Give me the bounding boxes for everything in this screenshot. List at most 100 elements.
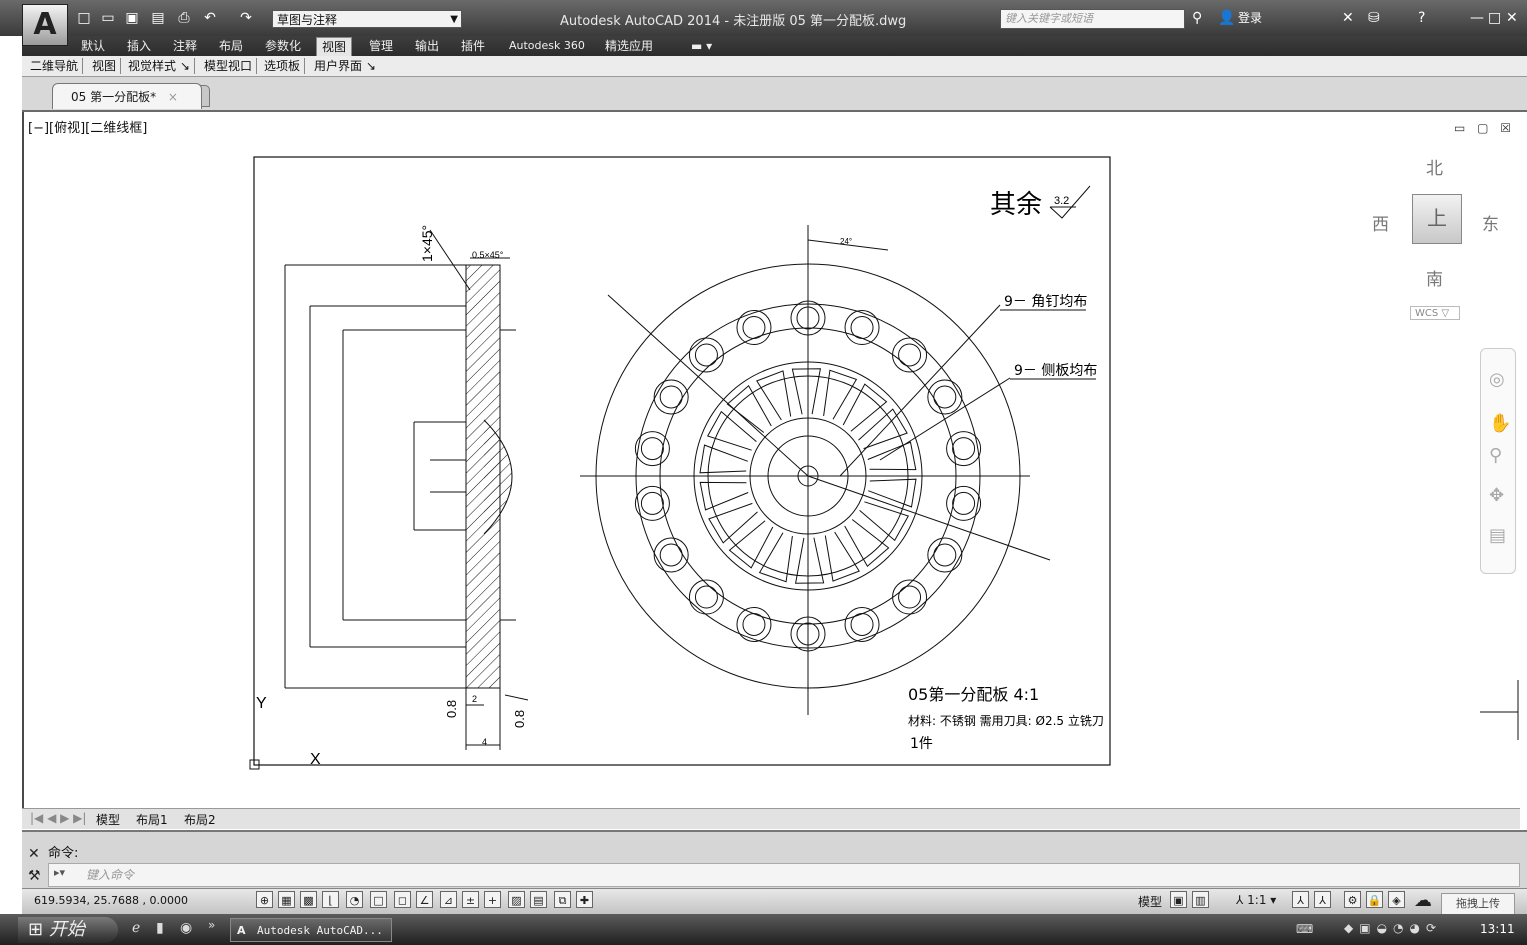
viewcube-top-face[interactable]: 上	[1412, 194, 1462, 244]
width-dimension: 4	[482, 737, 487, 747]
bolt-hole	[952, 437, 976, 461]
rib-slot	[868, 478, 917, 508]
section-view	[284, 229, 529, 750]
plan-view	[580, 225, 1051, 715]
transparency-icon[interactable]: ▨	[508, 891, 525, 908]
roughness-left: 0.8	[444, 700, 459, 718]
bolt-hole	[634, 485, 670, 521]
model-space-toggle[interactable]: 模型	[1138, 893, 1162, 910]
rib-slot	[706, 410, 757, 451]
auto-scale-icon[interactable]: ⅄	[1314, 891, 1331, 908]
command-prompt-icon[interactable]: ▸▾	[54, 866, 65, 879]
bolt-hole	[742, 316, 766, 340]
tab-layout1[interactable]: 布局1	[136, 811, 168, 828]
autocad-icon: A	[237, 924, 246, 937]
bolt-hole	[634, 431, 670, 467]
zoom-icon[interactable]: ⚲	[1489, 445, 1502, 466]
hardware-accel-icon[interactable]: ◈	[1388, 891, 1405, 908]
viewcube-north[interactable]: 北	[1426, 154, 1443, 179]
bolt-hole	[694, 343, 718, 367]
rib-slot	[699, 444, 748, 474]
annotation-monitor-icon[interactable]: ✚	[576, 891, 593, 908]
tab-layout2[interactable]: 布局2	[184, 811, 216, 828]
bolt-hole	[742, 612, 766, 636]
infer-constraints-icon[interactable]: ⊕	[256, 891, 273, 908]
angle-dimension: 24°	[840, 237, 852, 246]
bolt-hole	[640, 437, 664, 461]
taskbar-autocad[interactable]: A Autodesk AutoCAD...	[230, 918, 392, 942]
annotation-visibility-icon[interactable]: ⅄	[1292, 891, 1309, 908]
clock[interactable]: 13:11	[1480, 922, 1515, 936]
ucs-x-label: X	[310, 751, 321, 768]
pan-icon[interactable]: ✋	[1489, 413, 1511, 434]
quick-properties-icon[interactable]: ▤	[530, 891, 547, 908]
taskbar-autocad-label: Autodesk AutoCAD...	[257, 924, 383, 937]
coordinate-readout[interactable]: 619.5934, 25.7688 , 0.0000	[34, 894, 188, 907]
dyn-input-icon[interactable]: ±	[462, 891, 479, 908]
orbit-icon[interactable]: ✥	[1489, 485, 1504, 506]
cad-drawing: Y X 1×45° 0.5×45° 0.8 0.8 4 2 24° 其余 3.2…	[249, 156, 1519, 770]
roughness-right: 0.8	[512, 710, 527, 728]
small-chamfer-dimension: 0.5×45°	[472, 250, 504, 260]
ortho-icon[interactable]: ⌊	[322, 891, 339, 908]
bolt-hole	[850, 612, 874, 636]
lineweight-icon[interactable]: +	[484, 891, 501, 908]
wcs-dropdown[interactable]: WCS ▽	[1410, 306, 1460, 320]
osnap-icon[interactable]: □	[370, 891, 387, 908]
roughness-value: 3.2	[1054, 195, 1069, 207]
tab-model[interactable]: 模型	[96, 811, 120, 828]
viewcube-west[interactable]: 西	[1372, 210, 1389, 235]
rib-slot	[858, 408, 908, 450]
tray-icons[interactable]: ◆▣◒◔◕⟳	[1344, 921, 1442, 935]
more-icon[interactable]: »	[208, 918, 215, 932]
bolt-hole	[892, 579, 928, 615]
bolt-hole	[688, 579, 724, 615]
cloud-icon[interactable]: ☁	[1414, 890, 1432, 911]
lock-icon[interactable]: 🔒	[1366, 891, 1383, 908]
grid-icon[interactable]: ▩	[300, 891, 317, 908]
keyboard-icon[interactable]: ⌨	[1296, 922, 1313, 936]
showmotion-icon[interactable]: ▤	[1489, 525, 1506, 546]
wrench-icon[interactable]: ⚒	[28, 868, 41, 884]
material-note: 材料: 不锈钢 需用刀具: Ø2.5 立铣刀	[908, 713, 1104, 728]
bolt-hole	[659, 543, 683, 567]
explorer-icon[interactable]: ▮	[156, 920, 164, 936]
media-icon[interactable]: ◉	[180, 920, 192, 936]
selection-cycling-icon[interactable]: ⧉	[554, 891, 571, 908]
steering-wheel-icon[interactable]: ◎	[1489, 369, 1505, 390]
ducs-icon[interactable]: ⊿	[440, 891, 457, 908]
bolt-hole	[844, 606, 880, 642]
3d-osnap-icon[interactable]: ◻	[394, 891, 411, 908]
bolt-hole	[933, 543, 957, 567]
quick-view-layouts-icon[interactable]: ▣	[1170, 891, 1187, 908]
windows-icon: ⊞	[28, 919, 44, 940]
polar-icon[interactable]: ◔	[346, 891, 363, 908]
command-input-row[interactable]	[48, 863, 1520, 887]
upload-button[interactable]: 拖拽上传	[1441, 893, 1515, 915]
rib-slot	[699, 481, 749, 511]
command-input[interactable]: 键入命令	[86, 866, 134, 883]
bolt-note: 9－ 角钉均布	[1004, 294, 1087, 310]
sheet-border	[253, 156, 1111, 766]
quantity-note: 1件	[910, 736, 933, 752]
bolt-hole	[736, 310, 772, 346]
viewcube-south[interactable]: 南	[1426, 265, 1443, 290]
step-dimension: 2	[472, 694, 477, 704]
quick-view-drawings-icon[interactable]: ▥	[1192, 891, 1209, 908]
bolt-hole	[946, 431, 982, 467]
application-menu-button[interactable]: A	[22, 4, 68, 46]
chamfer-dimension: 1×45°	[419, 225, 435, 262]
otrack-icon[interactable]: ∠	[416, 891, 433, 908]
rib-slot	[758, 532, 793, 583]
close-command-icon[interactable]: ✕	[28, 846, 40, 862]
command-history: 命令:	[48, 846, 79, 861]
viewcube-east[interactable]: 东	[1482, 210, 1499, 235]
snap-mode-icon[interactable]: ▦	[278, 891, 295, 908]
start-button[interactable]: ⊞ 开始	[18, 917, 118, 943]
workspace-switch-icon[interactable]: ⚙	[1344, 891, 1361, 908]
annotation-scale[interactable]: ⅄ 1:1 ▾	[1236, 893, 1276, 907]
bolt-hole	[892, 337, 928, 373]
ie-icon[interactable]: ℯ	[132, 920, 140, 936]
bolt-hole	[933, 385, 957, 409]
layout-nav-arrows[interactable]: |◀ ◀ ▶ ▶|	[30, 811, 86, 825]
